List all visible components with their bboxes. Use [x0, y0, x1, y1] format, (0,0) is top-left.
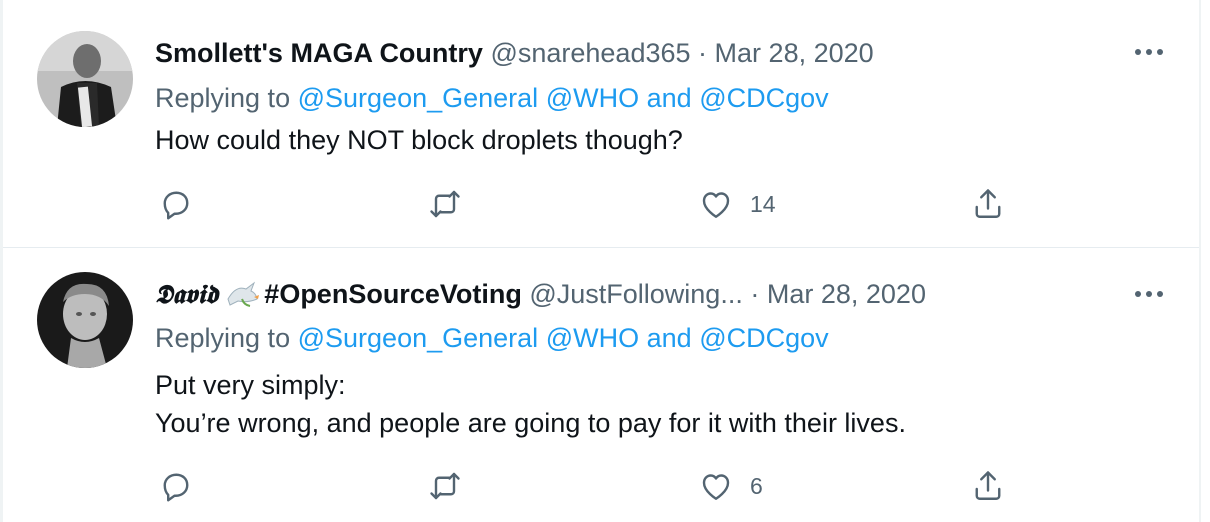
- like-count: 6: [750, 472, 763, 499]
- more-icon[interactable]: [1131, 284, 1167, 304]
- feed-border-right: [1199, 0, 1201, 522]
- display-name-fancy[interactable]: 𝕯𝖆𝖛𝖎𝖉: [155, 280, 218, 310]
- timestamp[interactable]: Mar 28, 2020: [715, 38, 874, 68]
- like-count: 14: [750, 190, 776, 217]
- tweet-header: 𝕯𝖆𝖛𝖎𝖉 #OpenSourceVoting @JustFollowing...…: [155, 274, 926, 314]
- replying-prefix: Replying to: [155, 83, 291, 113]
- replying-and[interactable]: and: [647, 83, 692, 113]
- heart-icon: [702, 474, 730, 500]
- replying-and[interactable]: and: [647, 323, 692, 353]
- tweet-actions: 6: [155, 466, 1015, 506]
- mention-link[interactable]: @WHO: [546, 83, 639, 113]
- avatar[interactable]: [37, 31, 133, 127]
- retweet-button[interactable]: [427, 184, 463, 224]
- share-icon: [975, 471, 1001, 500]
- dove-icon: [227, 281, 260, 307]
- tweet-feed: Smollett's MAGA Country @snarehead365 · …: [0, 0, 1210, 522]
- timestamp[interactable]: Mar 28, 2020: [767, 279, 926, 309]
- tweet-text: How could they NOT block droplets though…: [155, 121, 683, 159]
- replying-to: Replying to @Surgeon_General @WHO and @C…: [155, 79, 829, 117]
- retweet-icon: [430, 472, 460, 500]
- display-name[interactable]: #OpenSourceVoting: [264, 279, 522, 309]
- mention-link[interactable]: @CDCgov: [699, 83, 828, 113]
- retweet-icon: [430, 190, 460, 218]
- separator: ·: [698, 38, 708, 68]
- like-button[interactable]: 14: [698, 184, 776, 224]
- tweet-text-line: How could they NOT block droplets though…: [155, 125, 683, 155]
- share-icon: [975, 189, 1001, 218]
- tweet-text: Put very simply: You’re wrong, and peopl…: [155, 366, 906, 442]
- tweet-header: Smollett's MAGA Country @snarehead365 · …: [155, 33, 874, 73]
- share-button[interactable]: [970, 466, 1006, 506]
- handle[interactable]: @snarehead365: [490, 38, 690, 68]
- retweet-button[interactable]: [427, 466, 463, 506]
- reply-icon: [163, 473, 189, 502]
- replying-prefix: Replying to: [155, 323, 291, 353]
- more-icon[interactable]: [1131, 42, 1167, 62]
- reply-icon: [163, 191, 189, 220]
- tweet-text-line: Put very simply:: [155, 370, 346, 400]
- reply-button[interactable]: [158, 466, 194, 506]
- separator: ·: [750, 279, 760, 309]
- mention-link[interactable]: @Surgeon_General: [298, 323, 539, 353]
- tweet-text-line: You’re wrong, and people are going to pa…: [155, 408, 906, 438]
- mention-link[interactable]: @WHO: [546, 323, 639, 353]
- handle[interactable]: @JustFollowing...: [529, 279, 742, 309]
- share-button[interactable]: [970, 184, 1006, 224]
- heart-icon: [702, 192, 730, 218]
- replying-to: Replying to @Surgeon_General @WHO and @C…: [155, 319, 829, 357]
- mention-link[interactable]: @Surgeon_General: [298, 83, 539, 113]
- tweet-actions: 14: [155, 184, 1015, 224]
- mention-link[interactable]: @CDCgov: [699, 323, 828, 353]
- display-name[interactable]: Smollett's MAGA Country: [155, 38, 483, 68]
- like-button[interactable]: 6: [698, 466, 763, 506]
- avatar[interactable]: [37, 272, 133, 368]
- tweet[interactable]: 𝕯𝖆𝖛𝖎𝖉 #OpenSourceVoting @JustFollowing...…: [3, 248, 1199, 522]
- reply-button[interactable]: [158, 184, 194, 224]
- tweet[interactable]: Smollett's MAGA Country @snarehead365 · …: [3, 0, 1199, 247]
